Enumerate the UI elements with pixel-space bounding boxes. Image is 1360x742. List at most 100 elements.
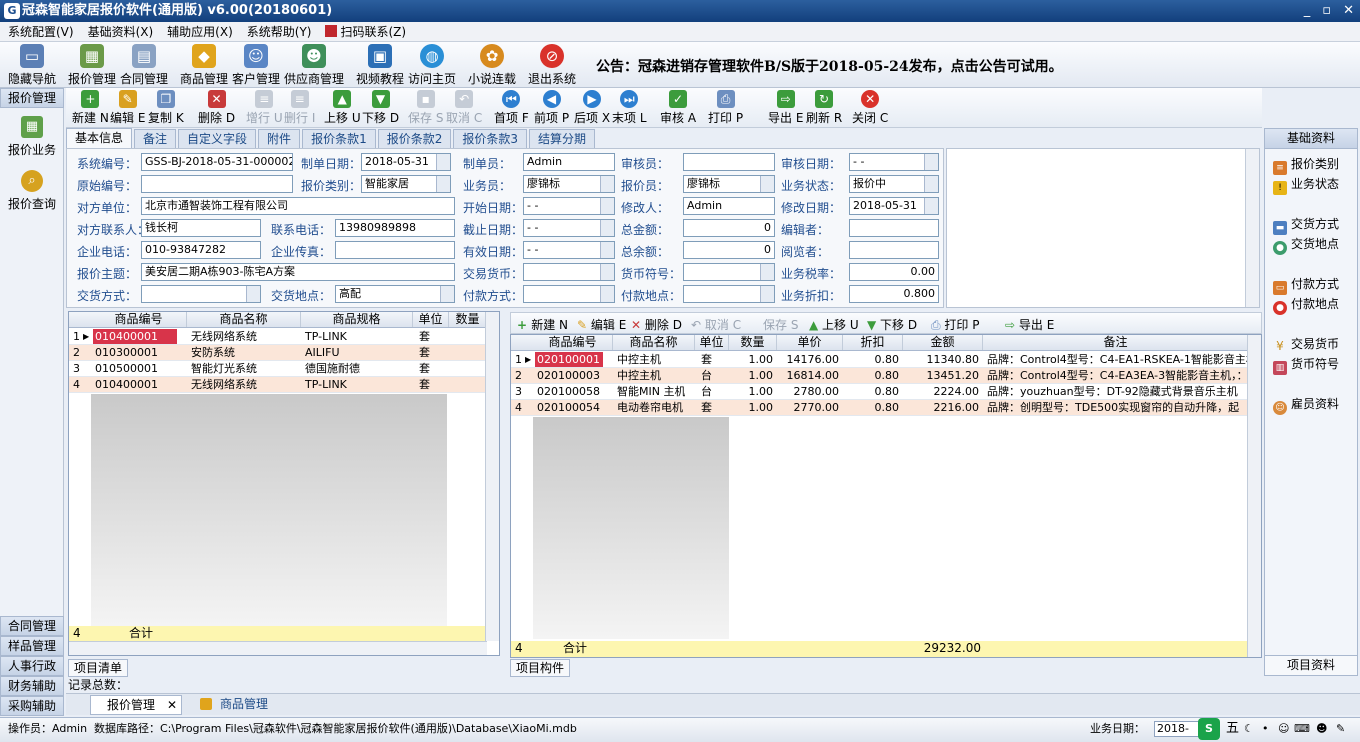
delete-button[interactable]: ✕ 删除 D bbox=[198, 90, 235, 126]
video-tutorial-button[interactable]: ▣ 视频教程 bbox=[354, 44, 406, 86]
col-spec[interactable]: 商品规格 bbox=[301, 312, 413, 327]
panel-item-employee[interactable]: ☺ 雇员资料 bbox=[1273, 395, 1339, 415]
field-phone[interactable]: 13980989898 bbox=[335, 219, 455, 237]
comp-print-button[interactable]: ⎙ 打印 P bbox=[931, 316, 979, 333]
wrench-icon[interactable]: ✎ bbox=[1336, 718, 1345, 740]
field-valid-date[interactable]: - - bbox=[523, 241, 615, 259]
field-delivery-method[interactable] bbox=[141, 285, 261, 303]
user-icon[interactable]: ☻ bbox=[1316, 718, 1327, 740]
supplier-mgmt-button[interactable]: ☻ 供应商管理 bbox=[282, 44, 346, 86]
col-name[interactable]: 商品名称 bbox=[613, 335, 695, 350]
tab-item-list[interactable]: 项目清单 bbox=[68, 659, 128, 677]
doc-tab-product[interactable]: 商品管理 bbox=[194, 695, 286, 715]
field-delivery-place[interactable]: 高配 bbox=[335, 285, 455, 303]
field-biz-status[interactable]: 报价中 bbox=[849, 175, 939, 193]
field-currency-symbol[interactable] bbox=[683, 263, 775, 281]
panel-item-quote-type[interactable]: ≡ 报价类别 bbox=[1273, 155, 1339, 175]
memo-scrollbar[interactable] bbox=[1245, 149, 1259, 307]
field-quoter[interactable]: 廖锦标 bbox=[683, 175, 775, 193]
ime-logo-icon[interactable]: S bbox=[1198, 718, 1220, 740]
field-party[interactable]: 北京市通智装饰工程有限公司 bbox=[141, 197, 455, 215]
table-row[interactable]: 3 020100058 智能MIN 主机 台 1.00 2780.00 0.80… bbox=[511, 384, 1249, 400]
customer-mgmt-button[interactable]: ☺ 客户管理 bbox=[230, 44, 282, 86]
item-list-vscroll[interactable] bbox=[485, 312, 499, 641]
nav-finance[interactable]: 财务辅助 bbox=[0, 676, 64, 696]
field-orig-no[interactable] bbox=[141, 175, 293, 193]
notice-banner[interactable]: 公告：冠森进销存管理软件B/S版于2018-05-24发布，点击公告可试用。 bbox=[596, 56, 1063, 76]
nav-sample[interactable]: 样品管理 bbox=[0, 636, 64, 656]
col-unit[interactable]: 单位 bbox=[695, 335, 729, 350]
add-row-button[interactable]: ≡ 增行 U bbox=[246, 90, 283, 126]
col-qty[interactable]: 数量 bbox=[729, 335, 777, 350]
comp-edit-button[interactable]: ✎ 编辑 E bbox=[577, 316, 626, 333]
move-down-button[interactable]: ▼ 下移 D bbox=[362, 90, 399, 126]
contract-mgmt-button[interactable]: ▤ 合同管理 bbox=[118, 44, 170, 86]
item-list-hscroll[interactable] bbox=[69, 641, 487, 655]
col-note[interactable]: 备注 bbox=[983, 335, 1249, 350]
panel-item-currency[interactable]: ¥ 交易货币 bbox=[1273, 335, 1339, 353]
field-quote-type[interactable]: 智能家居 bbox=[361, 175, 451, 193]
close-tab-icon[interactable]: ✕ bbox=[167, 696, 177, 714]
tab-terms-2[interactable]: 报价条款2 bbox=[377, 129, 452, 148]
copy-button[interactable]: ❐ 复制 K bbox=[148, 90, 184, 126]
prev-record-button[interactable]: ◀ 前项 P bbox=[534, 90, 569, 126]
col-code[interactable]: 商品编号 bbox=[533, 335, 613, 350]
comp-cancel-button[interactable]: ↶ 取消 C bbox=[691, 316, 741, 333]
cancel-button[interactable]: ↶ 取消 C bbox=[446, 90, 482, 126]
field-currency[interactable] bbox=[523, 263, 615, 281]
field-company-fax[interactable] bbox=[335, 241, 455, 259]
nav-item-quote-query[interactable]: ⌕ 报价查询 bbox=[0, 170, 64, 212]
export-button[interactable]: ⇨ 导出 E bbox=[768, 90, 803, 126]
menu-aux-apps[interactable]: 辅助应用(X) bbox=[167, 23, 233, 40]
panel-item-payment-method[interactable]: ▭ 付款方式 bbox=[1273, 275, 1339, 295]
refresh-button[interactable]: ↻ 刷新 R bbox=[806, 90, 842, 126]
field-discount[interactable]: 0.800 bbox=[849, 285, 939, 303]
field-total[interactable]: 0 bbox=[683, 219, 775, 237]
field-mod-date[interactable]: 2018-05-31 bbox=[849, 197, 939, 215]
panel-item-delivery-method[interactable]: ▬ 交货方式 bbox=[1273, 215, 1339, 235]
nav-purchase[interactable]: 采购辅助 bbox=[0, 696, 64, 716]
first-record-button[interactable]: ⏮ 首项 F bbox=[494, 90, 529, 126]
menu-help[interactable]: 系统帮助(Y) bbox=[247, 23, 312, 40]
product-mgmt-button[interactable]: ◆ 商品管理 bbox=[178, 44, 230, 86]
next-record-button[interactable]: ▶ 后项 X bbox=[574, 90, 610, 126]
exit-system-button[interactable]: ⊘ 退出系统 bbox=[526, 44, 578, 86]
table-row[interactable]: 1 ▶ 010400001 无线网络系统 TP-LINK 套 bbox=[69, 329, 487, 345]
field-contact[interactable]: 钱长柯 bbox=[141, 219, 261, 237]
col-discount[interactable]: 折扣 bbox=[843, 335, 903, 350]
new-button[interactable]: + 新建 N bbox=[72, 90, 109, 126]
ime-mode[interactable]: 五 bbox=[1226, 718, 1239, 740]
tab-custom-fields[interactable]: 自定义字段 bbox=[178, 129, 257, 148]
panel-footer-tab[interactable]: 项目资料 bbox=[1265, 655, 1357, 675]
nav-contract[interactable]: 合同管理 bbox=[0, 616, 64, 636]
close-window-button[interactable]: ✕ bbox=[1343, 0, 1354, 22]
menu-scan-contact[interactable]: 扫码联系(Z) bbox=[325, 23, 406, 40]
col-unit[interactable]: 单位 bbox=[413, 312, 449, 327]
comp-save-button[interactable]: 保存 S bbox=[763, 316, 798, 333]
table-row[interactable]: 2 020100003 中控主机 台 1.00 16814.00 0.80 13… bbox=[511, 368, 1249, 384]
field-make-date[interactable]: 2018-05-31 bbox=[361, 153, 451, 171]
panel-item-payment-place[interactable]: ● 付款地点 bbox=[1273, 295, 1339, 315]
field-payment-method[interactable] bbox=[523, 285, 615, 303]
field-tax-rate[interactable]: 0.00 bbox=[849, 263, 939, 281]
panel-item-delivery-place[interactable]: ● 交货地点 bbox=[1273, 235, 1339, 255]
nav-hr-admin[interactable]: 人事行政 bbox=[0, 656, 64, 676]
punct-icon[interactable]: • bbox=[1262, 718, 1269, 740]
field-editor[interactable] bbox=[849, 219, 939, 237]
quote-mgmt-button[interactable]: ▦ 报价管理 bbox=[66, 44, 118, 86]
memo-textarea[interactable] bbox=[946, 148, 1260, 308]
col-price[interactable]: 单价 bbox=[777, 335, 843, 350]
field-reader[interactable] bbox=[849, 241, 939, 259]
field-maker[interactable]: Admin bbox=[523, 153, 615, 171]
col-amount[interactable]: 金额 bbox=[903, 335, 983, 350]
audit-button[interactable]: ✓ 审核 A bbox=[660, 90, 696, 126]
tab-terms-1[interactable]: 报价条款1 bbox=[302, 129, 376, 148]
last-record-button[interactable]: ⏭ 末项 L bbox=[612, 90, 647, 126]
comp-down-button[interactable]: ▼ 下移 D bbox=[867, 316, 917, 333]
novel-button[interactable]: ✿ 小说连载 bbox=[466, 44, 518, 86]
field-sys-no[interactable]: GSS-BJ-2018-05-31-000002 bbox=[141, 153, 293, 171]
field-modifier[interactable]: Admin bbox=[683, 197, 775, 215]
tab-components[interactable]: 项目构件 bbox=[510, 659, 570, 677]
move-up-button[interactable]: ▲ 上移 U bbox=[324, 90, 361, 126]
field-auditor[interactable] bbox=[683, 153, 775, 171]
